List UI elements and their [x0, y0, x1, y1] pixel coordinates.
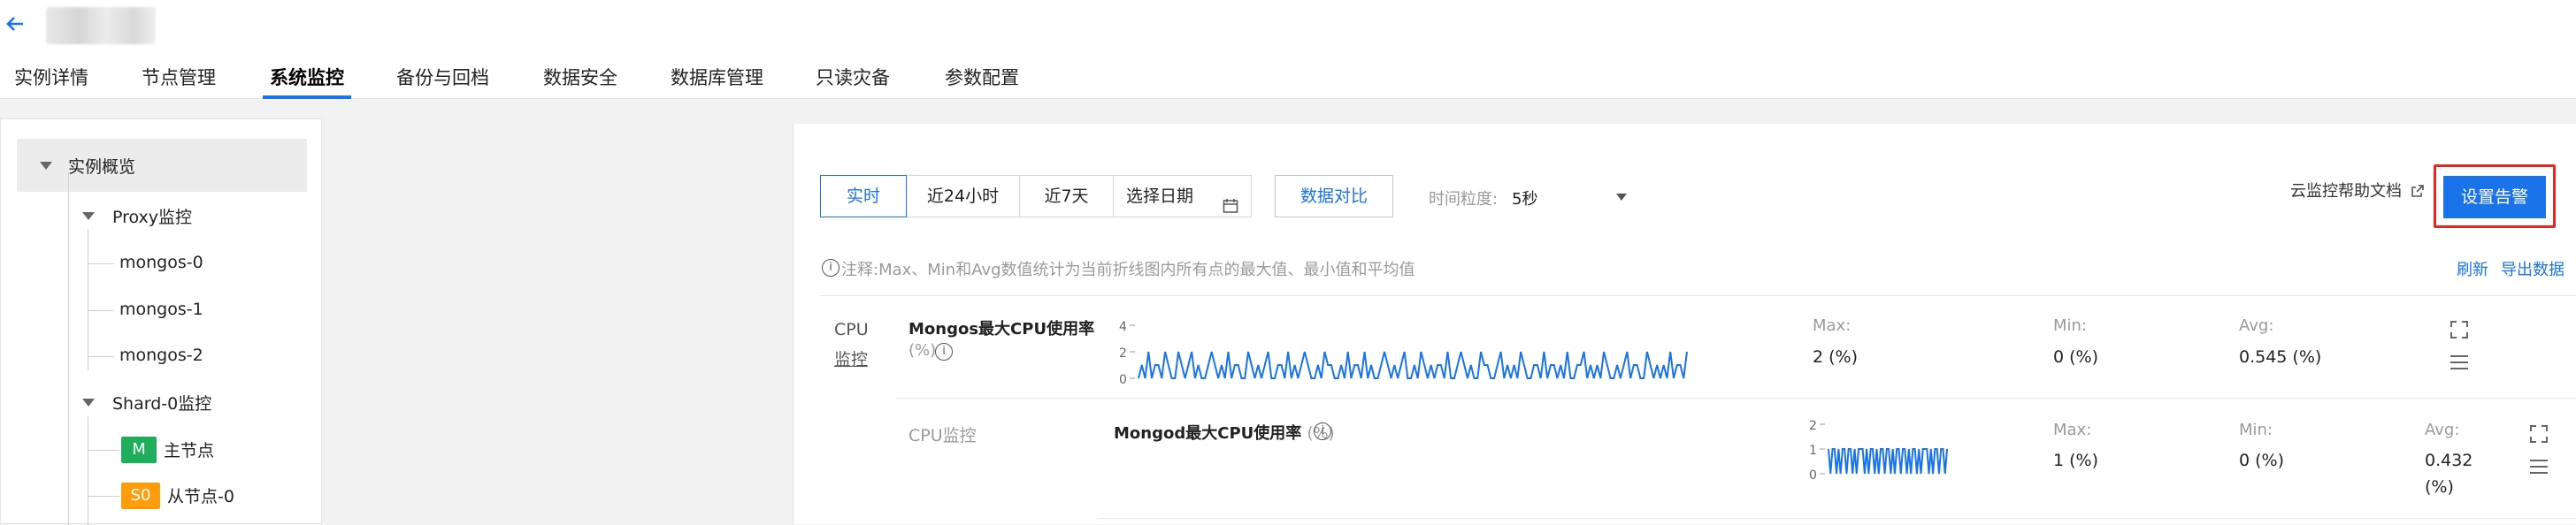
instance-name-redacted [46, 7, 156, 44]
menu-icon[interactable] [2529, 458, 2549, 479]
granularity-value: 5秒 [1512, 190, 1538, 209]
caret-down-icon[interactable] [82, 212, 95, 220]
date-picker-label: 选择日期 [1126, 186, 1194, 206]
chevron-down-icon [1616, 194, 1627, 201]
mongod-avg-unit: (%) [2425, 477, 2454, 497]
mongos-cpu-unit: (%) [908, 341, 937, 360]
y-tick-label: 2 [1119, 346, 1127, 361]
mongod-min-value: 0 (%) [2239, 451, 2285, 470]
mongos-max-label: Max: [1813, 316, 1852, 335]
tree-connector [88, 310, 114, 311]
mongod-cpu-chart: 2 1 0 [1809, 419, 1948, 483]
last-7d-button[interactable]: 近7天 [1020, 175, 1114, 217]
tab-node-management[interactable]: 节点管理 [142, 62, 216, 99]
series-line [1138, 351, 1688, 379]
mongos-cpu-chart: 4 2 0 [1119, 320, 1688, 387]
mongos-avg-value: 0.545 (%) [2239, 347, 2322, 367]
menu-icon[interactable] [2450, 354, 2469, 375]
y-tick-label: 0 [1809, 468, 1817, 483]
tab-instance-details[interactable]: 实例详情 [14, 62, 88, 99]
tree-connector [68, 172, 69, 525]
external-link-icon [2411, 184, 2425, 202]
last-24h-button[interactable]: 近24小时 [907, 175, 1020, 217]
monitor-tree-sidebar: 实例概览 Proxy监控 mongos-0 mongos-1 mongos-2 … [0, 118, 322, 525]
mongod-cpu-title-text: Mongod最大CPU使用率 [1114, 424, 1302, 443]
tab-data-security[interactable]: 数据安全 [543, 62, 617, 99]
y-tick-label: 4 [1119, 320, 1127, 334]
mongos-min-value: 0 (%) [2053, 347, 2099, 367]
set-alarm-button[interactable]: 设置告警 [2443, 176, 2546, 218]
fullscreen-icon[interactable] [2529, 424, 2549, 447]
primary-node-badge: M [121, 437, 157, 463]
tab-readonly-disaster[interactable]: 只读灾备 [816, 62, 890, 99]
monitoring-panel: 实时 近24小时 近7天 选择日期 数据对比 时间粒度: 5秒 云监控帮助文档 … [793, 124, 2576, 524]
help-doc-link[interactable]: 云监控帮助文档 [2290, 179, 2425, 202]
section-title-cpu: CPU [834, 320, 869, 339]
granularity-select[interactable]: 5秒 [1512, 179, 1627, 214]
mongod-avg-label: Avg: [2425, 421, 2460, 439]
y-tick-label: 0 [1119, 373, 1127, 387]
cpu-monitor-group: CPU监控 [908, 426, 977, 445]
mongos-min-label: Min: [2053, 316, 2088, 335]
granularity-label: 时间粒度: [1429, 190, 1499, 209]
mongod-min-label: Min: [2239, 421, 2273, 439]
tree-item-secondary-node-0[interactable]: 从节点-0 [167, 483, 234, 507]
help-doc-label: 云监控帮助文档 [2290, 182, 2402, 201]
info-icon: i [822, 259, 840, 277]
divider [820, 295, 2576, 296]
series-line [1828, 448, 1948, 475]
tree-connector [88, 496, 119, 497]
section-title-monitor: 监控 [834, 350, 869, 369]
tree-connector [88, 356, 114, 357]
tree-group-shard-0[interactable]: Shard-0监控 [112, 391, 211, 415]
mongos-max-value: 2 (%) [1813, 347, 1859, 367]
caret-down-icon[interactable] [82, 399, 95, 407]
tree-group-proxy[interactable]: Proxy监控 [112, 204, 192, 228]
mongod-max-label: Max: [2053, 421, 2092, 439]
tree-connector [88, 450, 119, 451]
caret-down-icon [40, 162, 52, 170]
calendar-icon [1223, 188, 1238, 229]
mongod-cpu-title: Mongod最大CPU使用率 (%) [1114, 421, 1335, 444]
realtime-button[interactable]: 实时 [820, 175, 907, 217]
y-tick-label: 1 [1809, 444, 1817, 458]
data-compare-button[interactable]: 数据对比 [1275, 175, 1393, 217]
mongod-avg-value: 0.432 [2425, 451, 2473, 470]
mongod-max-value: 1 (%) [2053, 451, 2099, 470]
tab-database-management[interactable]: 数据库管理 [671, 62, 763, 99]
refresh-link[interactable]: 刷新 [2457, 257, 2488, 280]
secondary-node-badge: S0 [121, 483, 160, 509]
mongos-cpu-title: Mongos最大CPU使用率 [908, 320, 1095, 339]
tab-parameter-config[interactable]: 参数配置 [945, 62, 1019, 99]
tree-item-mongos-0[interactable]: mongos-0 [119, 253, 203, 272]
divider [896, 398, 2576, 399]
mongos-avg-label: Avg: [2239, 316, 2274, 335]
divider [1098, 518, 2576, 519]
notice-text: 注释:Max、Min和Avg数值统计为当前折线图内所有点的最大值、最小值和平均值 [841, 261, 1415, 279]
top-bar: 实例详情 节点管理 系统监控 备份与回档 数据安全 数据库管理 只读灾备 参数配… [0, 0, 2576, 99]
export-data-link[interactable]: 导出数据 [2501, 257, 2564, 280]
tree-root-label: 实例概览 [68, 157, 136, 177]
tab-backup-restore[interactable]: 备份与回档 [396, 62, 489, 99]
back-arrow-icon[interactable] [4, 12, 27, 35]
fullscreen-icon[interactable] [2450, 320, 2469, 343]
tree-item-primary-node[interactable]: 主节点 [164, 438, 214, 461]
set-alarm-highlight: 设置告警 [2434, 164, 2556, 228]
date-picker[interactable]: 选择日期 [1114, 175, 1252, 217]
y-tick-label: 2 [1809, 419, 1817, 433]
info-icon[interactable]: i [935, 343, 953, 361]
tree-item-mongos-1[interactable]: mongos-1 [119, 300, 203, 319]
info-icon[interactable]: i [1314, 422, 1331, 440]
tab-system-monitoring[interactable]: 系统监控 [263, 62, 351, 99]
tree-root-instance-overview[interactable]: 实例概览 [17, 139, 307, 192]
tree-item-mongos-2[interactable]: mongos-2 [119, 346, 203, 365]
tree-connector [88, 263, 114, 264]
